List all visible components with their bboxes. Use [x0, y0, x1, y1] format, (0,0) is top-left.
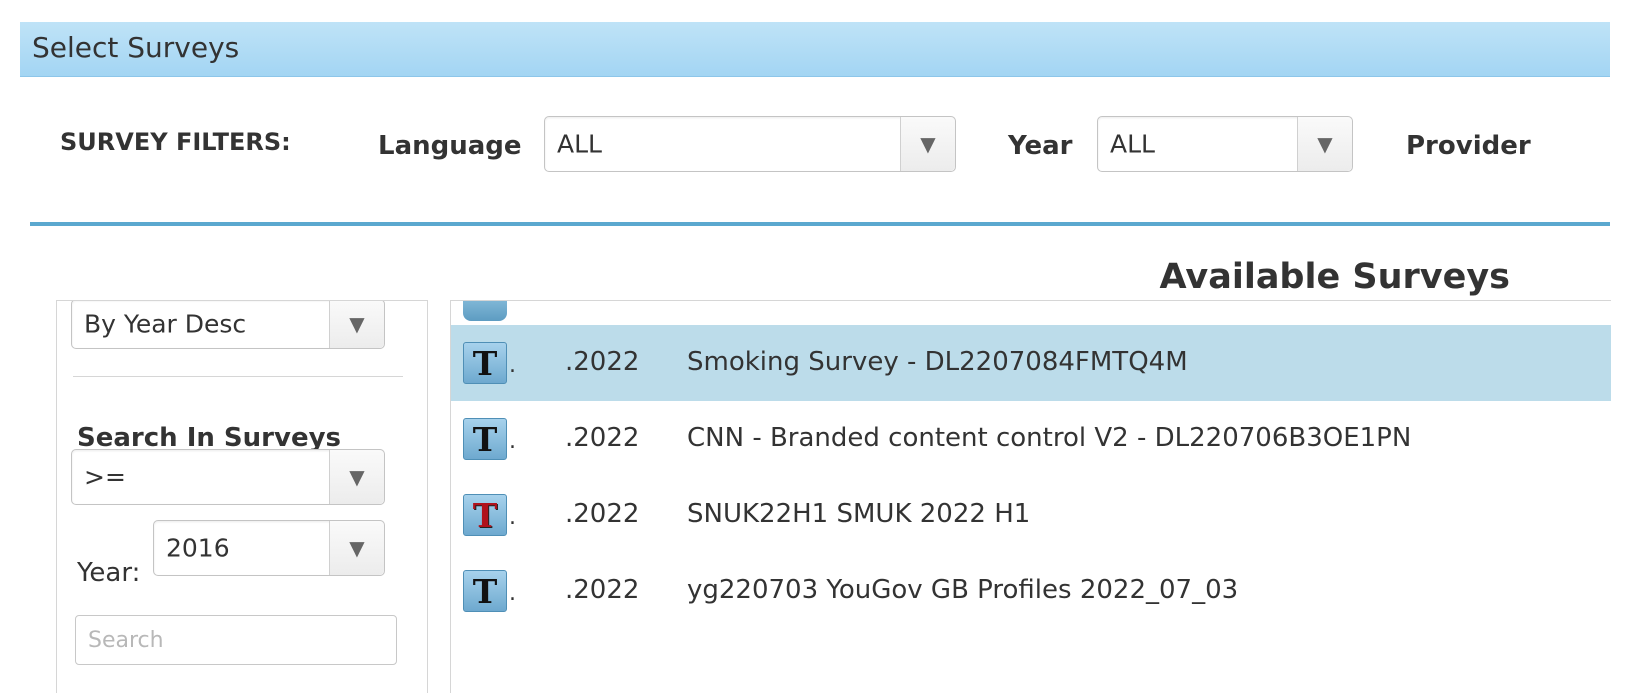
- window-title-bar: Select Surveys: [20, 22, 1610, 77]
- language-select[interactable]: ALL ▼: [544, 116, 956, 172]
- year-operator-value: >=: [84, 462, 126, 492]
- survey-year: .2022: [565, 575, 640, 605]
- survey-name: CNN - Branded content control V2 - DL220…: [687, 423, 1412, 453]
- chevron-down-icon[interactable]: ▼: [329, 450, 384, 504]
- survey-dot: .: [509, 581, 516, 606]
- search-input[interactable]: [75, 615, 397, 665]
- year-filter-label: Year: [1008, 131, 1073, 161]
- sort-order-value: By Year Desc: [84, 309, 247, 339]
- survey-name: Smoking Survey - DL2207084FMTQ4M: [687, 347, 1188, 377]
- text-survey-icon: T: [463, 570, 507, 612]
- chevron-down-icon[interactable]: ▼: [329, 301, 384, 348]
- survey-year: .2022: [565, 423, 640, 453]
- survey-year: .2022: [565, 347, 640, 377]
- survey-name: SNUK22H1 SMUK 2022 H1: [687, 499, 1031, 529]
- language-select-value: ALL: [557, 129, 602, 159]
- chevron-down-icon[interactable]: ▼: [900, 117, 955, 171]
- language-filter-label: Language: [378, 131, 522, 161]
- year-operator-select[interactable]: >= ▼: [71, 449, 385, 505]
- survey-row-3[interactable]: T . .2022 SNUK22H1 SMUK 2022 H1: [451, 477, 1611, 553]
- survey-dot: .: [509, 353, 516, 378]
- survey-name: yg220703 YouGov GB Profiles 2022_07_03: [687, 575, 1239, 605]
- survey-row-4[interactable]: T . .2022 yg220703 YouGov GB Profiles 20…: [451, 553, 1611, 629]
- survey-row-2[interactable]: T . .2022 CNN - Branded content control …: [451, 401, 1611, 477]
- survey-dot: .: [509, 505, 516, 530]
- survey-filters-label: SURVEY FILTERS:: [60, 128, 291, 156]
- window-title: Select Surveys: [32, 31, 240, 64]
- text-survey-icon: T: [463, 342, 507, 384]
- year-filter-select[interactable]: ALL ▼: [1097, 116, 1353, 172]
- available-surveys-title: Available Surveys: [1159, 257, 1510, 297]
- survey-list: T . .2022 Smoking Survey - DL2207084FMTQ…: [450, 300, 1611, 693]
- year-filter-select-value: ALL: [1110, 129, 1155, 159]
- search-sidebar: By Year Desc ▼ Search In Surveys >= ▼ Ye…: [56, 300, 428, 693]
- search-year-select[interactable]: 2016 ▼: [153, 520, 385, 576]
- chevron-down-icon[interactable]: ▼: [329, 521, 384, 575]
- section-divider: [30, 222, 1610, 226]
- partial-survey-icon: [463, 301, 507, 321]
- survey-dot: .: [509, 429, 516, 454]
- provider-filter-label: Provider: [1406, 131, 1531, 161]
- sort-order-select[interactable]: By Year Desc ▼: [71, 301, 385, 349]
- survey-year: .2022: [565, 499, 640, 529]
- search-year-label: Year:: [77, 558, 141, 588]
- text-survey-icon: T: [463, 494, 507, 536]
- chevron-down-icon[interactable]: ▼: [1297, 117, 1352, 171]
- sidebar-divider: [73, 376, 403, 377]
- text-survey-icon: T: [463, 418, 507, 460]
- search-year-value: 2016: [166, 533, 230, 563]
- survey-row-1[interactable]: T . .2022 Smoking Survey - DL2207084FMTQ…: [451, 325, 1611, 401]
